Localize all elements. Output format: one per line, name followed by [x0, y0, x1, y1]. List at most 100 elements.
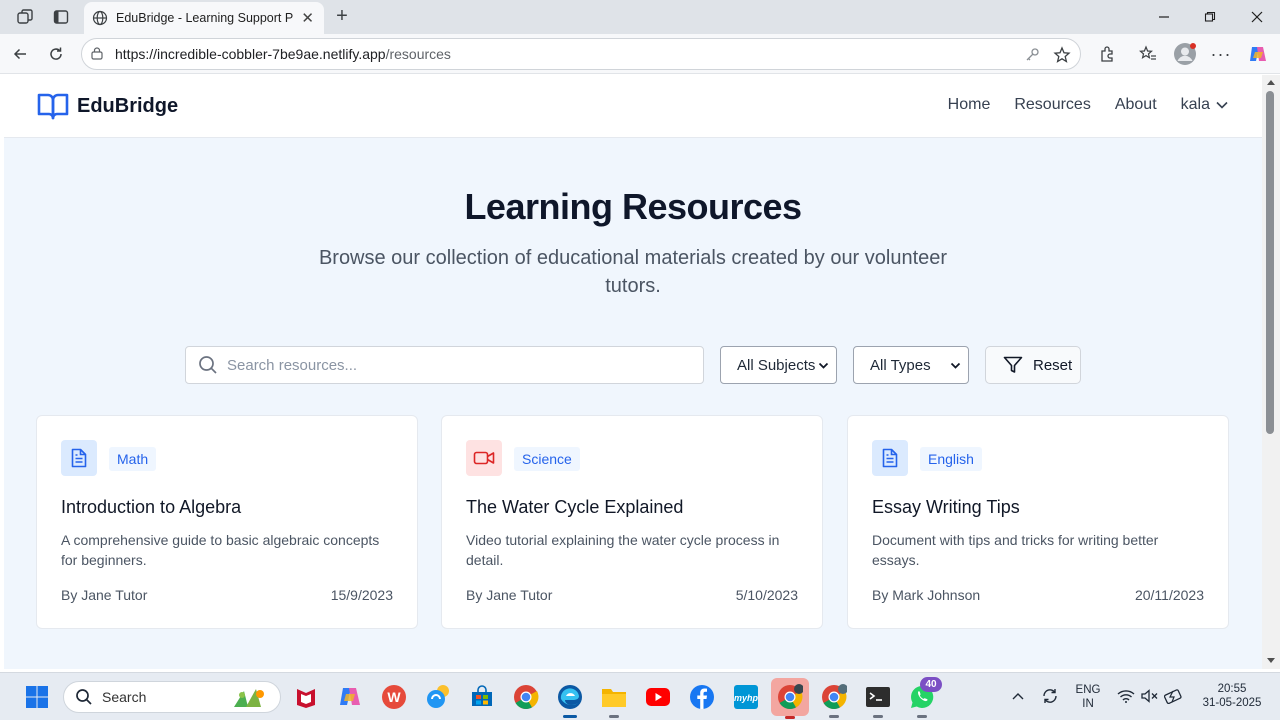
windows-taskbar: Search W myhp 40 ENG IN 20:55 31-05-2025: [0, 672, 1280, 720]
browser-toolbar: https://incredible-cobbler-7be9ae.netlif…: [0, 34, 1280, 74]
volume-muted-icon[interactable]: [1140, 687, 1160, 705]
chrome-profile-2-icon[interactable]: [818, 681, 850, 718]
search-input[interactable]: [227, 356, 667, 374]
site-header: EduBridge Home Resources About kala: [4, 75, 1262, 138]
video-icon: [466, 440, 502, 476]
url-path: /resources: [385, 46, 451, 62]
extensions-icon[interactable]: [1097, 44, 1117, 64]
mcafee-icon[interactable]: [290, 681, 322, 713]
tab-title: EduBridge - Learning Support Pla: [116, 11, 294, 25]
copilot-icon[interactable]: [1246, 42, 1270, 66]
page-subtitle: Browse our collection of educational mat…: [318, 247, 948, 297]
terminal-icon[interactable]: [862, 681, 894, 718]
page-scrollbar[interactable]: [1262, 75, 1280, 669]
brand[interactable]: EduBridge: [37, 92, 178, 120]
search-field[interactable]: [185, 346, 704, 384]
user-menu[interactable]: kala: [1181, 96, 1228, 114]
resource-date: 20/11/2023: [1134, 587, 1204, 603]
weather-app-icon[interactable]: [422, 681, 454, 713]
chevron-down-icon: [1216, 101, 1228, 109]
resource-card[interactable]: English Essay Writing Tips Document with…: [847, 415, 1229, 629]
resource-title[interactable]: Essay Writing Tips: [872, 497, 1020, 518]
more-options-icon[interactable]: ···: [1210, 44, 1232, 64]
sync-icon[interactable]: [1040, 686, 1060, 706]
taskbar-search[interactable]: Search: [63, 681, 281, 713]
resource-card[interactable]: Math Introduction to Algebra A comprehen…: [36, 415, 418, 629]
running-app-indicator: [829, 715, 839, 718]
myhp-icon[interactable]: myhp: [730, 681, 762, 713]
refresh-icon[interactable]: [46, 44, 66, 64]
resource-author: By Jane Tutor: [61, 587, 148, 603]
address-bar[interactable]: https://incredible-cobbler-7be9ae.netlif…: [81, 38, 1081, 70]
resource-card[interactable]: Science The Water Cycle Explained Video …: [441, 415, 823, 629]
edge-browser-icon[interactable]: [554, 681, 586, 718]
close-window-icon[interactable]: [1249, 7, 1265, 27]
resource-description: Video tutorial explaining the water cycl…: [466, 532, 780, 568]
profile-avatar-icon[interactable]: [1173, 42, 1197, 66]
taskbar-search-label: Search: [102, 689, 147, 705]
whatsapp-icon[interactable]: 40: [906, 677, 942, 718]
open-book-icon: [37, 93, 69, 120]
subject-select-value: All Subjects: [737, 356, 816, 374]
subject-badge: English: [920, 447, 982, 471]
nav-resources-link[interactable]: Resources: [1014, 96, 1090, 114]
type-select-value: All Types: [870, 356, 931, 374]
clock-date: 31-05-2025: [1202, 697, 1262, 709]
resource-title[interactable]: The Water Cycle Explained: [466, 497, 683, 518]
facebook-icon[interactable]: [686, 681, 718, 713]
microsoft-store-icon[interactable]: [466, 681, 498, 713]
language-indicator[interactable]: ENG IN: [1071, 683, 1105, 711]
scrollbar-thumb[interactable]: [1266, 91, 1274, 434]
tab-actions-icon[interactable]: [50, 7, 72, 27]
wps-office-icon[interactable]: W: [378, 681, 410, 713]
search-icon: [76, 689, 92, 705]
scroll-up-arrow-icon[interactable]: [1266, 78, 1276, 86]
back-icon[interactable]: [10, 44, 30, 64]
favorite-star-icon[interactable]: [1053, 46, 1071, 64]
minimize-icon[interactable]: [1156, 7, 1172, 27]
chrome-profile-icon[interactable]: [771, 678, 809, 719]
resource-date: 15/9/2023: [330, 587, 393, 603]
copilot-app-icon[interactable]: [334, 681, 366, 713]
reset-button[interactable]: Reset: [985, 346, 1081, 384]
svg-text:W: W: [387, 689, 401, 705]
youtube-icon[interactable]: [642, 681, 674, 713]
chrome-icon[interactable]: [510, 681, 542, 713]
active-app-indicator: [563, 715, 577, 718]
battery-charging-icon[interactable]: [1164, 686, 1184, 706]
filter-icon: [1003, 356, 1023, 373]
workspaces-icon[interactable]: [14, 7, 36, 27]
nav-about-link[interactable]: About: [1115, 96, 1157, 114]
clock[interactable]: 20:55 31-05-2025: [1194, 682, 1270, 710]
scroll-down-arrow-icon[interactable]: [1266, 657, 1276, 665]
chevron-down-icon: [818, 362, 829, 369]
resource-author: By Jane Tutor: [466, 587, 553, 603]
brand-name: EduBridge: [77, 94, 179, 117]
close-tab-icon[interactable]: ✕: [301, 9, 314, 27]
favorites-icon[interactable]: [1137, 44, 1159, 64]
file-explorer-icon[interactable]: [598, 681, 630, 718]
active-browser-tab[interactable]: EduBridge - Learning Support Pla ✕: [84, 2, 324, 34]
nav-home-link[interactable]: Home: [948, 96, 991, 114]
reset-button-label: Reset: [1033, 356, 1073, 374]
page-viewport: EduBridge Home Resources About kala Lear…: [4, 75, 1262, 669]
chevron-down-icon: [950, 362, 961, 369]
windows-start-icon[interactable]: [21, 681, 53, 713]
wifi-icon[interactable]: [1116, 687, 1136, 705]
resource-description: A comprehensive guide to basic algebraic…: [61, 532, 380, 568]
resource-title[interactable]: Introduction to Algebra: [61, 497, 241, 518]
running-app-indicator: [917, 715, 927, 718]
clock-time: 20:55: [1217, 683, 1247, 695]
site-info-icon[interactable]: [90, 47, 104, 61]
subject-badge: Math: [109, 447, 157, 471]
type-select[interactable]: All Types: [853, 346, 969, 384]
new-tab-icon[interactable]: +: [332, 5, 352, 27]
show-hidden-icons-chevron-up-icon[interactable]: [1010, 687, 1026, 705]
resource-date: 5/10/2023: [735, 587, 798, 603]
key-icon[interactable]: [1024, 47, 1040, 63]
subject-select[interactable]: All Subjects: [720, 346, 837, 384]
running-app-indicator: [609, 715, 619, 718]
document-icon: [872, 440, 908, 476]
svg-text:myhp: myhp: [734, 693, 759, 703]
restore-icon[interactable]: [1202, 7, 1218, 27]
